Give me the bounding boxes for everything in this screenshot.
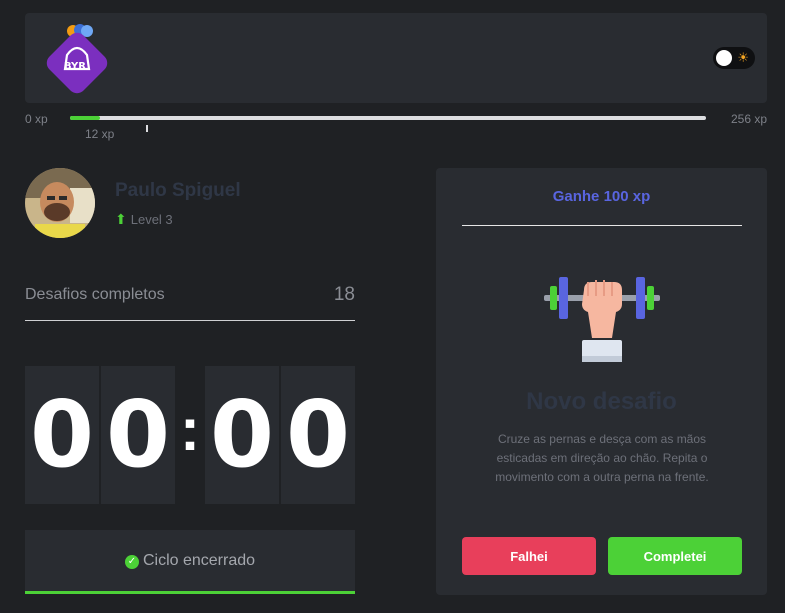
toggle-knob[interactable] bbox=[716, 50, 732, 66]
challenge-title: Novo desafio bbox=[526, 388, 677, 415]
cycle-label: Ciclo encerrado bbox=[142, 552, 256, 569]
level-up-arrow-icon: ⬆ bbox=[115, 211, 127, 227]
avatar bbox=[25, 168, 95, 238]
sun-icon: ☀ bbox=[737, 50, 749, 65]
divider bbox=[462, 225, 742, 226]
challenge-gain: Ganhe 100 xp bbox=[552, 188, 651, 205]
byr-logo: BYR bbox=[46, 24, 108, 94]
theme-toggle[interactable]: ☀ bbox=[713, 47, 755, 69]
xp-current-label: 12 xp bbox=[85, 127, 115, 141]
timer-seconds-tens: 0 bbox=[205, 366, 279, 504]
timer-seconds-ones: 0 bbox=[281, 366, 355, 504]
countdown-timer: 0 0 : 0 0 bbox=[25, 366, 355, 504]
cycle-ended-button[interactable]: ✓ Ciclo encerrado bbox=[25, 530, 355, 594]
profile-name: Paulo Spiguel bbox=[115, 180, 241, 201]
logo-text: BYR bbox=[64, 61, 86, 72]
xp-marker bbox=[146, 125, 148, 132]
profile-level: ⬆ Level 3 bbox=[115, 211, 173, 228]
xp-max-label: 256 xp bbox=[730, 112, 767, 126]
complete-button[interactable]: Completei bbox=[608, 537, 742, 575]
timer-minutes-tens: 0 bbox=[25, 366, 99, 504]
completed-challenges: Desafios completos 18 bbox=[25, 282, 355, 321]
fail-button[interactable]: Falhei bbox=[462, 537, 596, 575]
dumbbell-icon bbox=[544, 277, 660, 362]
header-bar: BYR ☀ bbox=[25, 13, 767, 103]
challenge-description: Cruze as pernas e desça com as mãos esti… bbox=[495, 432, 709, 484]
profile: Paulo Spiguel ⬆ Level 3 bbox=[25, 168, 355, 238]
xp-min-label: 0 xp bbox=[25, 112, 48, 126]
completed-value: 18 bbox=[333, 284, 355, 305]
challenge-card: Ganhe 100 xp Novo desafio Cruze as perna… bbox=[436, 168, 767, 595]
xp-bar: 0 xp 12 xp 256 xp bbox=[25, 110, 767, 141]
xp-track bbox=[70, 116, 706, 132]
timer-separator: : bbox=[180, 396, 200, 463]
level-text: Level 3 bbox=[130, 212, 173, 227]
check-circle-icon: ✓ bbox=[124, 555, 139, 569]
xp-fill bbox=[70, 116, 100, 120]
timer-minutes-ones: 0 bbox=[101, 366, 175, 504]
completed-label: Desafios completos bbox=[25, 286, 165, 303]
